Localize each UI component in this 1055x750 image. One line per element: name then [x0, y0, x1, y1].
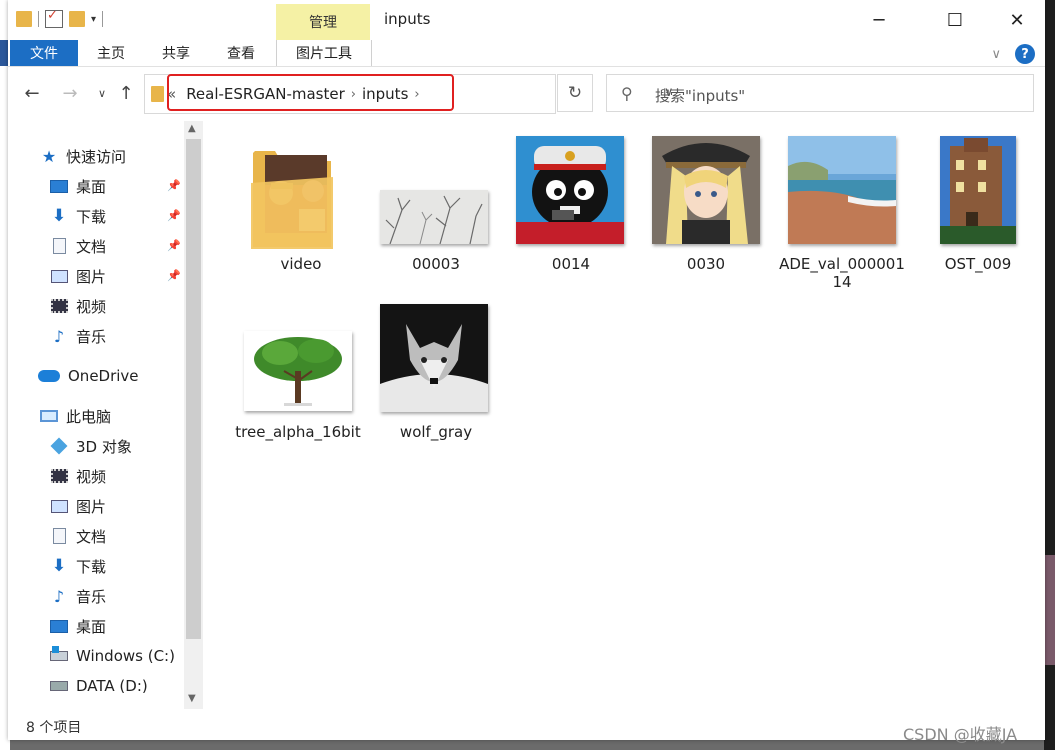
sidebar-item-pc-music[interactable]: ♪ 音乐 [50, 582, 106, 610]
forward-button[interactable]: → [58, 81, 82, 105]
file-name: wolf_gray [399, 423, 473, 441]
file-name: OST_009 [944, 255, 1012, 273]
image-thumbnail [788, 136, 896, 244]
image-thumbnail [380, 190, 488, 244]
3d-objects-icon [50, 437, 68, 455]
image-thumbnail [380, 304, 488, 412]
sidebar-item-pc-documents[interactable]: 文档 [50, 522, 106, 550]
sidebar-item-downloads[interactable]: ⬇ 下载 [50, 202, 106, 230]
star-icon: ★ [41, 146, 57, 166]
pin-icon[interactable]: 📌 [167, 209, 181, 222]
sidebar-item-pictures[interactable]: 图片 [50, 262, 106, 290]
folder-thumbnail [251, 151, 333, 249]
image-thumbnail [516, 136, 624, 244]
maximize-button[interactable]: ☐ [932, 6, 978, 34]
sidebar-item-quick-access[interactable]: ★ 快速访问 [40, 142, 126, 170]
desktop-icon [50, 178, 68, 194]
scroll-up-icon[interactable]: ▲ [188, 123, 196, 134]
ribbon-tabs: 文件 主页 共享 查看 图片工具 [8, 40, 1045, 67]
navigation-pane-scrollbar[interactable]: ▲ ▼ [184, 121, 203, 709]
manage-tab[interactable]: 管理 [276, 12, 370, 32]
tab-picture-tools[interactable]: 图片工具 [276, 40, 372, 66]
music-icon: ♪ [53, 326, 65, 346]
scroll-down-icon[interactable]: ▼ [188, 693, 196, 704]
music-icon: ♪ [53, 586, 65, 606]
file-name: tree_alpha_16bit [235, 423, 361, 441]
file-name: 0030 [686, 255, 726, 273]
ribbon-right-controls: ∨ ? [991, 44, 1035, 64]
scrollbar-thumb[interactable] [186, 139, 201, 639]
pin-icon[interactable]: 📌 [167, 179, 181, 192]
search-input[interactable]: 搜索"inputs" [655, 85, 745, 106]
file-list-view: video 00003 0014 0030 ADE_val_00000114 O… [203, 121, 1045, 709]
navigation-pane: ★ 快速访问 桌面 📌 ⬇ 下载 📌 文档 📌 图片 📌 视频 ♪ 音乐 One… [8, 121, 184, 709]
sidebar-item-onedrive[interactable]: OneDrive [38, 362, 139, 390]
sidebar-item-3d-objects[interactable]: 3D 对象 [50, 432, 132, 460]
minimize-button[interactable]: ─ [856, 6, 902, 34]
picture-icon [50, 268, 68, 284]
sidebar-item-desktop[interactable]: 桌面 [50, 172, 106, 200]
background-window-right [1044, 0, 1055, 750]
desktop-icon [50, 618, 68, 634]
document-icon [50, 238, 68, 254]
highlight-annotation-box [167, 74, 454, 111]
customize-toolbar-icon[interactable]: ▾ [91, 14, 96, 25]
sidebar-item-documents[interactable]: 文档 [50, 232, 106, 260]
file-name: 0014 [551, 255, 591, 273]
document-icon [50, 528, 68, 544]
drive-icon [50, 678, 68, 694]
sidebar-item-music[interactable]: ♪ 音乐 [50, 322, 106, 350]
sidebar-item-videos[interactable]: 视频 [50, 292, 106, 320]
tab-share[interactable]: 共享 [151, 40, 201, 66]
sidebar-item-pc-pictures[interactable]: 图片 [50, 492, 106, 520]
status-bar: 8 个项目 [8, 711, 1045, 740]
search-box[interactable]: ⚲ 搜索"inputs" [606, 74, 1034, 112]
title-bar: ▾ 管理 inputs ─ ☐ ✕ [8, 0, 1045, 40]
properties-icon[interactable] [45, 8, 63, 28]
file-name: 00003 [412, 255, 460, 273]
image-thumbnail [940, 136, 1016, 244]
pin-icon[interactable]: 📌 [167, 269, 181, 282]
computer-icon [40, 408, 58, 424]
image-thumbnail [652, 136, 760, 244]
cloud-icon [38, 368, 60, 384]
pin-icon[interactable]: 📌 [167, 239, 181, 252]
new-folder-icon[interactable] [69, 11, 85, 27]
image-thumbnail [244, 331, 352, 411]
item-count: 8 个项目 [26, 720, 82, 736]
folder-icon [16, 11, 32, 27]
sidebar-item-pc-downloads[interactable]: ⬇ 下载 [50, 552, 106, 580]
file-name: ADE_val_00000114 [779, 255, 905, 291]
sidebar-item-this-pc[interactable]: 此电脑 [40, 402, 111, 430]
sidebar-item-pc-videos[interactable]: 视频 [50, 462, 106, 490]
sidebar-item-drive-c[interactable]: Windows (C:) [50, 642, 175, 670]
picture-icon [50, 498, 68, 514]
tab-home[interactable]: 主页 [86, 40, 136, 66]
download-icon: ⬇ [51, 556, 67, 576]
window-title: inputs [384, 10, 431, 28]
expand-ribbon-icon[interactable]: ∨ [991, 47, 1001, 62]
sidebar-item-pc-desktop[interactable]: 桌面 [50, 612, 106, 640]
search-icon: ⚲ [621, 84, 633, 103]
navigation-bar: ← → ∨ ↑ « Real-ESRGAN-master › inputs › … [8, 67, 1045, 121]
windows-drive-icon [50, 646, 68, 664]
folder-icon [151, 86, 164, 102]
tab-file[interactable]: 文件 [10, 40, 78, 66]
up-button[interactable]: ↑ [114, 81, 138, 105]
close-button[interactable]: ✕ [994, 6, 1040, 34]
video-icon [50, 468, 68, 484]
tab-view[interactable]: 查看 [216, 40, 266, 66]
download-icon: ⬇ [51, 206, 67, 226]
help-icon[interactable]: ? [1015, 44, 1035, 64]
back-button[interactable]: ← [20, 81, 44, 105]
sidebar-item-drive-d[interactable]: DATA (D:) [50, 672, 148, 700]
watermark: CSDN @收藏JA [903, 725, 1018, 744]
refresh-button[interactable]: ↻ [557, 74, 593, 112]
recent-locations-button[interactable]: ∨ [90, 81, 114, 105]
file-explorer-window: ▾ 管理 inputs ─ ☐ ✕ 文件 主页 共享 查看 图片工具 ∨ ? ←… [8, 0, 1045, 740]
quick-access-toolbar: ▾ [16, 8, 104, 30]
file-name: video [280, 255, 322, 273]
video-icon [50, 298, 68, 314]
